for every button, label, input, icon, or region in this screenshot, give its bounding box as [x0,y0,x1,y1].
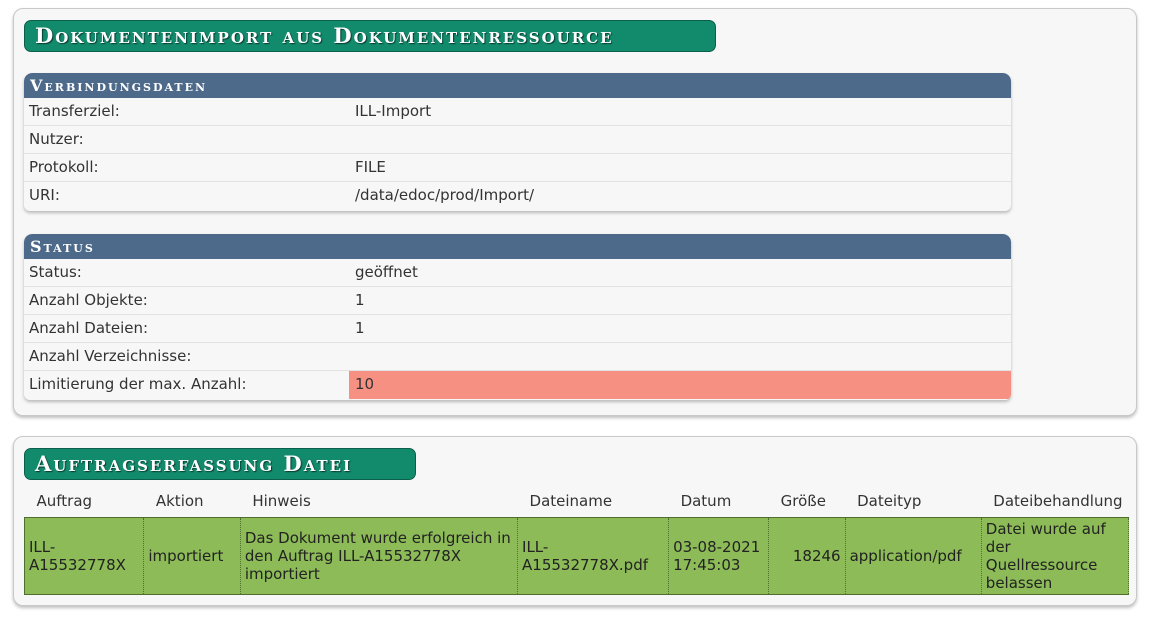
column-header: Auftrag [36,492,93,510]
column-header: Hinweis [252,492,311,510]
field-label: Status: [29,263,82,281]
column-header: Aktion [155,492,204,510]
row-limitierung: Limitierung der max. Anzahl: 10 [24,371,1011,399]
field-label: URI: [29,186,60,204]
cell-hinweis: Das Dokument wurde erfolgreich in den Au… [239,517,519,595]
row-nutzer: Nutzer: [24,126,1011,154]
field-label: Anzahl Verzeichnisse: [29,347,192,365]
auftrag-panel: Auftragserfassung Datei Auftrag Aktion H… [13,436,1137,606]
section-title-auftragserfassung: Auftragserfassung Datei [24,448,416,480]
row-status: Status: geöffnet [24,259,1011,287]
page-title: Dokumentenimport aus Dokumentenressource [24,20,716,52]
section-heading-status: Status [24,234,1011,259]
import-panel: Dokumentenimport aus Dokumentenressource… [13,8,1137,416]
section-heading-verbindungsdaten: Verbindungsdaten [24,73,1011,98]
status-section: Status Status: geöffnet Anzahl Objekte: … [24,234,1011,400]
column-header: Dateibehandlung [993,492,1123,510]
field-label: Limitierung der max. Anzahl: [29,375,247,393]
field-value: ILL-Import [355,102,432,120]
cell-dateiname: ILL-A15532778X.pdf [517,517,670,595]
field-value [349,126,1011,153]
column-header: Datum [680,492,732,510]
field-label: Protokoll: [29,158,99,176]
field-value: 1 [355,319,365,337]
field-value: FILE [355,158,386,176]
field-value [349,343,1011,370]
cell-groesse: 18246 [768,517,846,595]
field-value: geöffnet [355,263,418,281]
table-row: ILL-A15532778X importiert Das Dokument w… [23,517,1130,595]
cell-aktion: importiert [143,517,241,595]
verbindungsdaten-section: Verbindungsdaten Transferziel: ILL-Impor… [24,73,1011,211]
field-label: Transferziel: [29,102,120,120]
field-label: Nutzer: [29,130,84,148]
table-header-row: Auftrag Aktion Hinweis Dateiname Datum G… [25,485,1129,518]
cell-datum: 03-08-2021 17:45:03 [668,517,770,595]
field-value: 1 [355,291,365,309]
row-protokoll: Protokoll: FILE [24,154,1011,182]
field-label: Anzahl Objekte: [29,291,148,309]
column-header: Dateiname [529,492,613,510]
cell-auftrag: ILL-A15532778X [23,517,145,595]
row-anzahl-verzeichnisse: Anzahl Verzeichnisse: [24,343,1011,371]
row-anzahl-objekte: Anzahl Objekte: 1 [24,287,1011,315]
field-value: /data/edoc/prod/Import/ [355,186,535,204]
column-header: Größe [780,492,826,510]
cell-dateibehandlung: Datei wurde auf der Quellressource belas… [980,517,1130,595]
auftrag-table: Auftrag Aktion Hinweis Dateiname Datum G… [23,485,1130,595]
field-label: Anzahl Dateien: [29,319,149,337]
cell-dateityp: application/pdf [844,517,982,595]
row-anzahl-dateien: Anzahl Dateien: 1 [24,315,1011,343]
column-header: Dateityp [857,492,922,510]
limit-warning-value: 10 [349,371,1011,399]
row-uri: URI: /data/edoc/prod/Import/ [24,182,1011,210]
row-transferziel: Transferziel: ILL-Import [24,98,1011,126]
